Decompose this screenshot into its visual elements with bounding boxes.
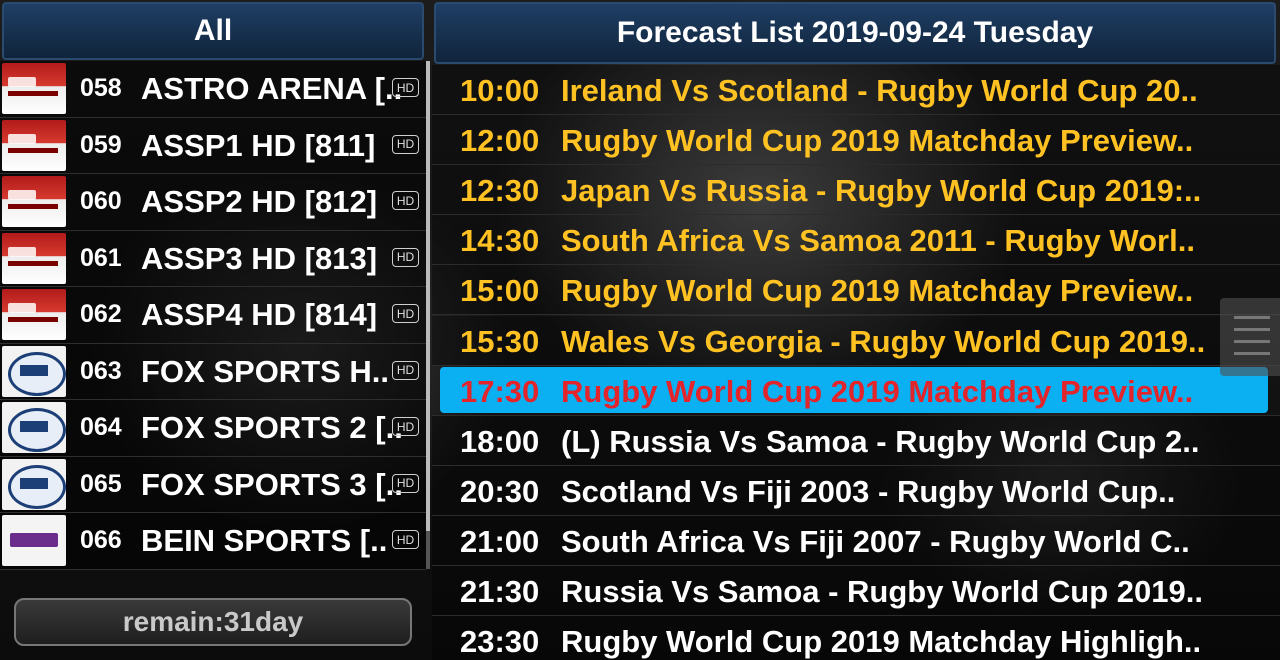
channel-row[interactable]: 063 FOX SPORTS H.. HD: [0, 344, 426, 400]
program-title: Russia Vs Samoa - Rugby World Cup 2019..: [561, 574, 1203, 609]
channel-row[interactable]: 059 ASSP1 HD [811] HD: [0, 118, 426, 174]
channel-row[interactable]: 066 BEIN SPORTS [.. HD: [0, 513, 426, 570]
hd-badge: HD: [392, 134, 419, 154]
channel-number: 061: [80, 243, 122, 272]
channel-name: ASSP4 HD [814]: [141, 297, 378, 332]
astro-supersport-logo: [2, 232, 66, 284]
channel-group-title[interactable]: All: [2, 2, 424, 60]
program-time: 20:30: [460, 473, 540, 509]
program-row[interactable]: 10:00 Ireland Vs Scotland - Rugby World C…: [432, 65, 1280, 115]
channel-row[interactable]: 062 ASSP4 HD [814] HD: [0, 287, 426, 344]
hd-badge: HD: [392, 247, 419, 267]
channel-panel: All 058 ASTRO ARENA [.. HD 059 ASSP1 HD [811…: [0, 0, 430, 660]
forecast-title: Forecast List 2019-09-24 Tuesday: [434, 2, 1276, 64]
program-title: Rugby World Cup 2019 Matchday Preview..: [561, 123, 1194, 159]
epg-panel: Forecast List 2019-09-24 Tuesday 10:00 Ir…: [432, 0, 1280, 660]
list-menu-icon[interactable]: [1220, 298, 1280, 376]
program-time: 12:00: [460, 123, 540, 159]
program-row[interactable]: 15:00 Rugby World Cup 2019 Matchday Previ…: [432, 265, 1280, 316]
program-title: South Africa Vs Samoa 2011 - Rugby Worl.…: [561, 223, 1195, 259]
program-time: 17:30: [460, 373, 540, 409]
program-time: 15:30: [460, 323, 540, 359]
subscription-remaining: remain:31day: [14, 598, 412, 646]
fox-sports-2-logo: [2, 402, 66, 453]
channel-number: 062: [80, 300, 122, 328]
channel-number: 058: [80, 74, 122, 102]
astro-supersport-logo: [2, 289, 66, 340]
channel-list: 058 ASTRO ARENA [.. HD 059 ASSP1 HD [811] HD 0…: [0, 61, 426, 570]
program-title: Rugby World Cup 2019 Matchday Preview..: [561, 373, 1194, 409]
program-row[interactable]: 18:00 (L) Russia Vs Samoa - Rugby World C…: [432, 415, 1280, 466]
program-time: 12:30: [460, 173, 540, 209]
channel-number: 063: [80, 356, 122, 385]
channel-number: 066: [80, 526, 122, 554]
channel-name: BEIN SPORTS [..: [141, 523, 388, 558]
channel-row[interactable]: 060 ASSP2 HD [812] HD: [0, 174, 426, 231]
program-title: (L) Russia Vs Samoa - Rugby World Cup 2.…: [561, 423, 1200, 459]
channel-number: 064: [80, 413, 122, 441]
program-list: 10:00 Ireland Vs Scotland - Rugby World C…: [432, 65, 1280, 660]
channel-number: 060: [80, 187, 122, 215]
hd-badge: HD: [392, 417, 419, 436]
program-title: South Africa Vs Fiji 2007 - Rugby World …: [561, 523, 1190, 559]
channel-scrollbar[interactable]: [426, 61, 430, 569]
program-time: 23:30: [460, 624, 540, 660]
program-row[interactable]: 14:30 South Africa Vs Samoa 2011 - Rugby …: [432, 215, 1280, 266]
program-row[interactable]: 12:00 Rugby World Cup 2019 Matchday Previ…: [432, 115, 1280, 166]
hd-badge: HD: [392, 473, 419, 493]
program-row[interactable]: 12:30 Japan Vs Russia - Rugby World Cup 2…: [432, 165, 1280, 216]
program-title: Wales Vs Georgia - Rugby World Cup 2019.…: [561, 323, 1206, 359]
astro-supersport-logo: [2, 176, 66, 227]
channel-name: ASSP2 HD [812]: [141, 184, 378, 219]
channel-number: 059: [80, 130, 122, 159]
program-title: Rugby World Cup 2019 Matchday Highligh..: [561, 624, 1202, 660]
program-time: 10:00: [460, 73, 540, 108]
hd-badge: HD: [392, 304, 419, 323]
program-row-selected[interactable]: 17:30 Rugby World Cup 2019 Matchday Previ…: [432, 366, 1280, 416]
program-time: 21:30: [460, 574, 540, 609]
fox-sports-logo: [2, 345, 66, 397]
program-row[interactable]: 21:00 South Africa Vs Fiji 2007 - Rugby W…: [432, 515, 1280, 566]
hd-badge: HD: [392, 360, 419, 380]
program-title: Ireland Vs Scotland - Rugby World Cup 20…: [561, 73, 1198, 108]
channel-row[interactable]: 061 ASSP3 HD [813] HD: [0, 231, 426, 287]
program-title: Scotland Vs Fiji 2003 - Rugby World Cup.…: [561, 473, 1176, 509]
program-title: Rugby World Cup 2019 Matchday Preview..: [561, 273, 1194, 309]
channel-name: ASSP3 HD [813]: [141, 240, 378, 276]
program-time: 21:00: [460, 523, 540, 559]
channel-name: ASSP1 HD [811]: [141, 127, 376, 163]
program-time: 15:00: [460, 273, 540, 309]
channel-number: 065: [80, 469, 122, 498]
channel-row[interactable]: 058 ASTRO ARENA [.. HD: [0, 61, 426, 118]
channel-name: FOX SPORTS 3 [..: [141, 466, 403, 502]
hd-badge: HD: [392, 191, 419, 210]
hd-badge: HD: [392, 530, 419, 549]
channel-row[interactable]: 065 FOX SPORTS 3 [.. HD: [0, 457, 426, 513]
program-time: 18:00: [460, 423, 540, 459]
program-row[interactable]: 15:30 Wales Vs Georgia - Rugby World Cup …: [432, 315, 1280, 366]
channel-name: ASTRO ARENA [..: [141, 71, 403, 106]
astro-supersport-logo: [2, 119, 66, 171]
hd-badge: HD: [392, 78, 419, 97]
astro-arena-logo: [2, 63, 66, 114]
program-title: Japan Vs Russia - Rugby World Cup 2019:.…: [561, 173, 1202, 209]
channel-name: FOX SPORTS H..: [141, 353, 390, 389]
channel-row[interactable]: 064 FOX SPORTS 2 [.. HD: [0, 400, 426, 457]
program-row[interactable]: 23:30 Rugby World Cup 2019 Matchday Highl…: [432, 616, 1280, 660]
bein-sports-logo: [2, 515, 66, 566]
program-row[interactable]: 20:30 Scotland Vs Fiji 2003 - Rugby World…: [432, 465, 1280, 516]
program-row[interactable]: 21:30 Russia Vs Samoa - Rugby World Cup 2…: [432, 566, 1280, 616]
scrollbar-thumb[interactable]: [426, 61, 430, 531]
program-time: 14:30: [460, 223, 540, 259]
channel-name: FOX SPORTS 2 [..: [141, 410, 403, 445]
fox-sports-3-logo: [2, 458, 66, 510]
